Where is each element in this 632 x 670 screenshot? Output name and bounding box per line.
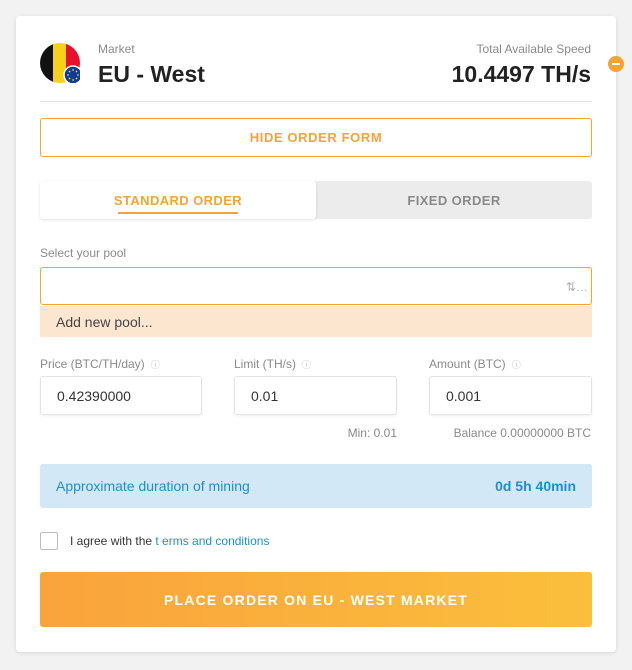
tab-standard-order-label: STANDARD ORDER <box>113 192 243 208</box>
duration-label: Approximate duration of mining <box>56 478 250 494</box>
terms-checkbox[interactable] <box>40 532 58 550</box>
header-divider <box>40 101 592 102</box>
terms-link[interactable]: t erms and conditions <box>155 534 269 548</box>
speed-value: 10.4497 TH/s <box>451 61 591 87</box>
hide-order-form-button[interactable]: HIDE ORDER FORM <box>40 118 592 157</box>
amount-input[interactable]: 0.001 <box>429 376 592 415</box>
duration-panel: Approximate duration of mining 0d 5h 40m… <box>40 464 592 508</box>
limit-label-text: Limit (TH/s) <box>234 357 296 371</box>
tab-fixed-order[interactable]: FIXED ORDER <box>316 181 592 219</box>
collapse-icon[interactable] <box>608 56 624 72</box>
place-order-button[interactable]: PLACE ORDER ON EU - WEST MARKET <box>40 572 592 627</box>
amount-label: Amount (BTC) ⓘ <box>429 357 521 371</box>
tab-standard-order[interactable]: STANDARD ORDER <box>40 181 316 219</box>
price-input[interactable]: 0.42390000 <box>40 376 202 415</box>
active-tab-underline <box>118 212 238 214</box>
limit-input[interactable]: 0.01 <box>234 376 397 415</box>
amount-label-text: Amount (BTC) <box>429 357 506 371</box>
belgium-flag-icon <box>40 43 80 83</box>
selector-icon: ⇅… <box>565 280 588 294</box>
pool-select[interactable]: ⇅… <box>40 267 592 305</box>
info-icon[interactable]: ⓘ <box>302 360 311 370</box>
price-label: Price (BTC/TH/day) ⓘ <box>40 357 160 371</box>
pool-option-add-new[interactable]: Add new pool... <box>40 306 592 337</box>
terms-prefix: I agree with the <box>70 534 156 548</box>
balance-hint: Balance 0.00000000 BTC <box>453 426 591 440</box>
info-icon[interactable]: ⓘ <box>151 360 160 370</box>
tab-fixed-order-label: FIXED ORDER <box>407 192 501 208</box>
speed-label: Total Available Speed <box>476 42 591 56</box>
terms-text: I agree with the t erms and conditions <box>70 534 269 548</box>
price-label-text: Price (BTC/TH/day) <box>40 357 145 371</box>
pool-label: Select your pool <box>40 246 127 260</box>
info-icon[interactable]: ⓘ <box>512 360 521 370</box>
limit-label: Limit (TH/s) ⓘ <box>234 357 311 371</box>
market-label: Market <box>98 42 135 56</box>
market-name: EU - West <box>98 61 205 87</box>
order-type-tabs: STANDARD ORDER FIXED ORDER <box>40 181 592 219</box>
duration-value: 0d 5h 40min <box>495 478 576 494</box>
limit-hint: Min: 0.01 <box>347 426 397 440</box>
